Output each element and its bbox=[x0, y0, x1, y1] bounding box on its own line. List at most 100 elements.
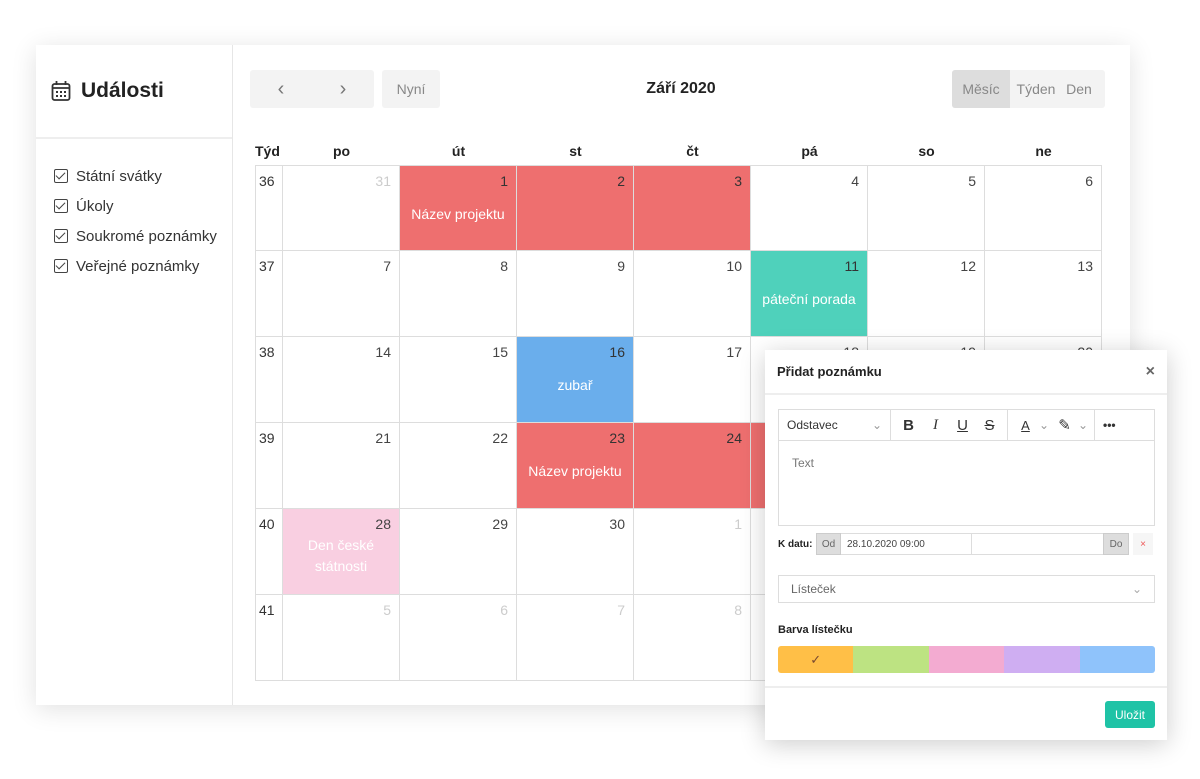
day-cell[interactable]: 23 Název projektu bbox=[517, 423, 634, 509]
to-date-input[interactable] bbox=[972, 533, 1103, 555]
save-button[interactable]: Uložit bbox=[1105, 701, 1155, 728]
day-cell[interactable]: 12 bbox=[868, 251, 985, 337]
day-cell[interactable]: 6 bbox=[985, 166, 1102, 251]
checkbox-checked-icon[interactable] bbox=[54, 169, 68, 183]
day-cell[interactable]: 15 bbox=[400, 337, 517, 423]
day-number: 15 bbox=[492, 344, 508, 360]
day-cell[interactable]: 7 bbox=[283, 251, 400, 337]
event-label[interactable]: zubař bbox=[517, 375, 633, 396]
color-label: Barva lístečku bbox=[778, 624, 853, 636]
chevron-down-icon[interactable]: ⌄ bbox=[1039, 418, 1051, 432]
day-cell[interactable]: 2 bbox=[517, 166, 634, 251]
editor-content[interactable]: Text bbox=[779, 441, 1154, 485]
checkbox-checked-icon[interactable] bbox=[54, 199, 68, 213]
sidebar-header: Události bbox=[36, 45, 232, 139]
event-label[interactable]: Název projektu bbox=[400, 204, 516, 225]
now-button[interactable]: Nyní bbox=[382, 70, 440, 108]
filter-public-notes[interactable]: Veřejné poznámky bbox=[54, 251, 232, 281]
day-cell[interactable]: 7 bbox=[517, 595, 634, 681]
week-number: 41 bbox=[255, 595, 283, 681]
underline-icon[interactable]: U bbox=[949, 417, 976, 434]
color-swatch[interactable] bbox=[1079, 646, 1155, 673]
event-label[interactable]: Název projektu bbox=[517, 461, 633, 482]
strikethrough-icon[interactable]: S bbox=[976, 417, 1003, 434]
day-cell[interactable]: 16 zubař bbox=[517, 337, 634, 423]
checkbox-checked-icon[interactable] bbox=[54, 259, 68, 273]
day-number: 5 bbox=[383, 602, 391, 618]
day-header: út bbox=[451, 143, 466, 159]
day-number: 24 bbox=[726, 430, 742, 446]
day-cell[interactable]: 3 bbox=[634, 166, 751, 251]
day-cell[interactable]: 9 bbox=[517, 251, 634, 337]
calendar-icon bbox=[51, 81, 71, 101]
day-number: 5 bbox=[968, 173, 976, 189]
filter-private-notes[interactable]: Soukromé poznámky bbox=[54, 221, 232, 251]
day-cell[interactable]: 30 bbox=[517, 509, 634, 595]
day-cell[interactable]: 17 bbox=[634, 337, 751, 423]
prev-button[interactable]: ‹ bbox=[278, 78, 285, 101]
filter-state-holidays[interactable]: Státní svátky bbox=[54, 161, 232, 191]
rich-text-editor: Odstavec ⌄ B I U S A ⌄ ✎ ⌄ ••• Text bbox=[778, 409, 1155, 526]
day-number: 31 bbox=[375, 173, 391, 189]
day-cell[interactable]: 10 bbox=[634, 251, 751, 337]
week-number: 36 bbox=[255, 166, 283, 251]
text-color-icon[interactable]: A bbox=[1012, 418, 1039, 433]
color-swatch[interactable] bbox=[928, 646, 1005, 673]
highlighter-icon[interactable]: ✎ bbox=[1051, 416, 1078, 434]
format-select[interactable]: Odstavec ⌄ bbox=[779, 410, 891, 440]
day-number: 7 bbox=[383, 258, 391, 274]
chevron-down-icon[interactable]: ⌄ bbox=[1078, 418, 1090, 432]
event-label[interactable]: páteční porada bbox=[751, 289, 867, 310]
bold-icon[interactable]: B bbox=[895, 417, 922, 434]
next-button[interactable]: › bbox=[340, 78, 347, 101]
day-number: 6 bbox=[500, 602, 508, 618]
dialog-footer-divider bbox=[765, 686, 1167, 688]
day-cell[interactable]: 21 bbox=[283, 423, 400, 509]
sidebar-title: Události bbox=[81, 79, 164, 102]
from-date-input[interactable]: 28.10.2020 09:00 bbox=[841, 533, 972, 555]
note-type-select[interactable]: Lísteček ⌄ bbox=[778, 575, 1155, 603]
day-number: 17 bbox=[726, 344, 742, 360]
filter-tasks[interactable]: Úkoly bbox=[54, 191, 232, 221]
day-cell[interactable]: 8 bbox=[400, 251, 517, 337]
day-cell[interactable]: 1 Název projektu bbox=[400, 166, 517, 251]
day-cell[interactable]: 8 bbox=[634, 595, 751, 681]
day-cell[interactable]: 22 bbox=[400, 423, 517, 509]
day-cell[interactable]: 11 páteční porada bbox=[751, 251, 868, 337]
view-month-button[interactable]: Měsíc bbox=[952, 70, 1010, 108]
close-icon[interactable]: × bbox=[1146, 363, 1155, 381]
day-cell[interactable]: 4 bbox=[751, 166, 868, 251]
view-day-button[interactable]: Den bbox=[1062, 70, 1096, 108]
day-cell[interactable]: 31 bbox=[283, 166, 400, 251]
week-number: 40 bbox=[255, 509, 283, 595]
checkbox-checked-icon[interactable] bbox=[54, 229, 68, 243]
day-cell[interactable]: 6 bbox=[400, 595, 517, 681]
day-number: 1 bbox=[734, 516, 742, 532]
color-swatch[interactable] bbox=[1004, 646, 1080, 673]
view-week-button[interactable]: Týden bbox=[1010, 70, 1062, 108]
more-icon[interactable]: ••• bbox=[1095, 410, 1124, 440]
day-cell[interactable]: 14 bbox=[283, 337, 400, 423]
day-number: 3 bbox=[734, 173, 742, 189]
date-range: K datu: Od 28.10.2020 09:00 Do × bbox=[778, 533, 1153, 555]
day-cell[interactable]: 29 bbox=[400, 509, 517, 595]
day-cell[interactable]: 5 bbox=[283, 595, 400, 681]
check-icon: ✓ bbox=[810, 651, 822, 667]
day-number: 8 bbox=[734, 602, 742, 618]
day-cell[interactable]: 28 Den české státnosti bbox=[283, 509, 400, 595]
event-label[interactable]: Den české státnosti bbox=[283, 535, 399, 577]
filter-label: Úkoly bbox=[76, 197, 114, 215]
italic-icon[interactable]: I bbox=[922, 417, 949, 434]
day-header: po bbox=[332, 143, 351, 159]
color-swatch[interactable]: ✓ bbox=[778, 646, 854, 673]
day-cell[interactable]: 5 bbox=[868, 166, 985, 251]
day-cell[interactable]: 1 bbox=[634, 509, 751, 595]
day-cell[interactable]: 24 bbox=[634, 423, 751, 509]
clear-date-button[interactable]: × bbox=[1133, 533, 1153, 555]
chevron-down-icon: ⌄ bbox=[871, 418, 882, 432]
day-cell[interactable]: 13 bbox=[985, 251, 1102, 337]
day-number: 14 bbox=[375, 344, 391, 360]
color-swatch[interactable] bbox=[853, 646, 929, 673]
note-type-value: Lísteček bbox=[791, 582, 836, 596]
day-number: 30 bbox=[609, 516, 625, 532]
